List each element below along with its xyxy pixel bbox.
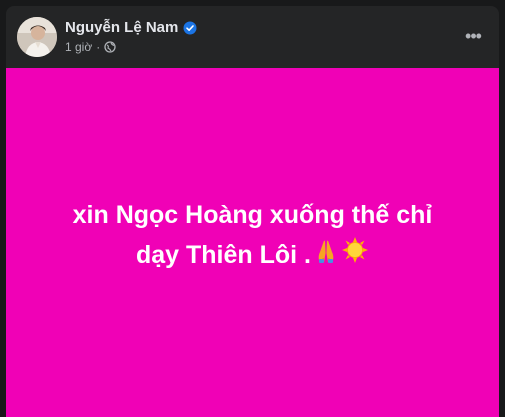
post-body: xin Ngọc Hoàng xuống thế chỉ dạy Thiên L… xyxy=(6,68,499,417)
post-card: Nguyễn Lệ Nam 1 giờ · ••• xin Ngọc Hoàng… xyxy=(6,6,499,417)
globe-icon[interactable] xyxy=(104,41,116,53)
post-text-line1: xin Ngọc Hoàng xuống thế chỉ xyxy=(72,200,433,229)
post-text: xin Ngọc Hoàng xuống thế chỉ dạy Thiên L… xyxy=(23,195,483,276)
more-options-button[interactable]: ••• xyxy=(463,26,483,46)
verified-badge-icon xyxy=(183,21,197,35)
post-timestamp[interactable]: 1 giờ xyxy=(65,39,92,55)
folded-hands-emoji-icon xyxy=(313,236,339,276)
post-text-line2: dạy Thiên Lôi . xyxy=(135,240,311,269)
sun-emoji-icon xyxy=(341,236,369,276)
post-meta: 1 giờ · xyxy=(65,39,116,55)
author-row: Nguyễn Lệ Nam xyxy=(65,19,197,37)
meta-separator: · xyxy=(96,40,101,54)
avatar[interactable] xyxy=(17,17,57,57)
post-header: Nguyễn Lệ Nam 1 giờ · ••• xyxy=(6,6,499,68)
author-name[interactable]: Nguyễn Lệ Nam xyxy=(65,19,178,37)
